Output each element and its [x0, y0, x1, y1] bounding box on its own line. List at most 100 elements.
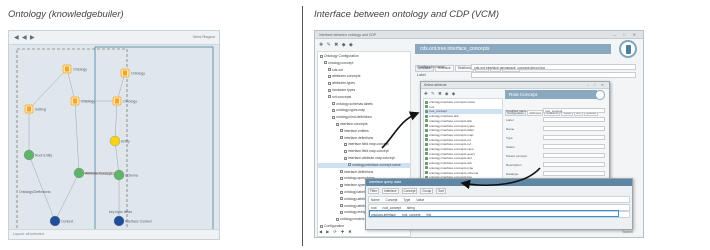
window-controls[interactable]: – □ ✕: [614, 32, 639, 37]
tree-item[interactable]: attributes.types: [318, 81, 410, 86]
graph-node-orange[interactable]: Ontology: [120, 68, 145, 78]
tree-item[interactable]: Ontology Configuration: [318, 54, 410, 59]
concept-tabs[interactable]: DefinitionInterfaceRelationsViewsRefQuer…: [415, 56, 625, 72]
tree-expander-icon[interactable]: [340, 170, 343, 174]
attribute-item-label: ontology.interface.concepts.map: [429, 132, 474, 137]
tree-expander-icon[interactable]: [336, 217, 339, 221]
dialog-logo-icon: [595, 90, 605, 100]
dialog-form-row: Description: [505, 162, 609, 168]
graph-node-glyph: [73, 98, 77, 104]
attribute-item-label: ontology.interface.concepts.name: [429, 100, 476, 104]
form-field-input[interactable]: cds.ont.interface.aerospace_concept.deco…: [471, 64, 636, 70]
graph-node-green[interactable]: Root Entity: [23, 149, 52, 161]
tree-item[interactable]: ontology.concept: [318, 61, 410, 66]
tree-expander-icon[interactable]: [328, 95, 331, 99]
tree-expander-icon[interactable]: [340, 136, 343, 140]
tree-expander-icon[interactable]: [336, 122, 339, 126]
tree-item[interactable]: hardware.types: [318, 88, 410, 93]
tree-expander-icon[interactable]: [348, 163, 351, 167]
form-field-input[interactable]: [471, 72, 636, 78]
tree-item[interactable]: cds.ont: [318, 68, 410, 73]
tree-expander-icon[interactable]: [320, 54, 323, 58]
dialog-field-input[interactable]: [543, 162, 605, 167]
dialog-field-input[interactable]: [543, 171, 605, 176]
tree-expander-icon[interactable]: [344, 156, 347, 160]
tree-expander-icon[interactable]: [340, 177, 343, 180]
tree-expander-icon[interactable]: [332, 102, 335, 106]
tree-expander-icon[interactable]: [344, 149, 347, 153]
tree-item-label: interface.types: [344, 183, 367, 188]
tree-expander-icon[interactable]: [332, 109, 335, 112]
tree-item[interactable]: ontology.schemas.labels: [318, 102, 410, 107]
tree-item[interactable]: interface.field.map.concept: [318, 149, 410, 154]
tree-expander-icon[interactable]: [340, 129, 343, 133]
ontology-graph[interactable]: Ontology Ontology Setting Ontology Ontology E…: [9, 45, 220, 231]
graph-node-orange[interactable]: Setting: [24, 104, 46, 114]
tree-expander-icon[interactable]: [324, 61, 327, 65]
graph-node-green[interactable]: Attribute Concept: [73, 167, 112, 179]
tree-item[interactable]: ontology.types.map: [318, 108, 410, 113]
attribute-item-label: ontology.interface.concepts.attr: [429, 161, 472, 166]
tree-item[interactable]: ontology.interface.concept.name: [318, 162, 410, 168]
tree-item[interactable]: ont.concepts: [318, 95, 410, 100]
tree-item[interactable]: interface.definitions: [318, 170, 410, 175]
home-icon[interactable]: ▶: [30, 34, 35, 42]
tree-expander-icon[interactable]: [328, 75, 331, 78]
panel-toolbar-button[interactable]: Interface: [382, 188, 399, 194]
graph-node-orange[interactable]: Ontology: [70, 96, 95, 106]
tree-item[interactable]: interface.entities: [318, 129, 410, 134]
dialog-field-input[interactable]: [543, 153, 605, 158]
tree-expander-icon[interactable]: [344, 143, 347, 146]
dialog-tabs[interactable]: ConfigurationAttributesRelationsViewsRef…: [505, 101, 609, 117]
attribute-item-label: ontology.interface.concepts.def: [429, 156, 472, 161]
tree-item[interactable]: interface.attribute.map.concept: [318, 156, 410, 161]
tree-expander-icon[interactable]: [340, 190, 343, 194]
dialog-field-input[interactable]: [543, 117, 605, 122]
tree-item-label: interface.entities: [344, 128, 369, 133]
panel-toolbar-button[interactable]: Filter: [368, 188, 380, 194]
tree-expander-icon[interactable]: [340, 211, 343, 214]
tree-bottom-controls[interactable]: ◀ ▶ ⟳ ✚ ✖: [319, 229, 353, 234]
graph-node-orange[interactable]: Ontology: [62, 64, 87, 74]
tree-item[interactable]: interface.definitions: [318, 136, 410, 141]
tree-item[interactable]: interface.field.map.concept: [318, 142, 410, 147]
dialog-title: Select attribute: [424, 83, 447, 88]
dialog-controls[interactable]: – □ ✕: [587, 83, 606, 87]
tree-expander-icon[interactable]: [340, 197, 343, 201]
dialog-toolbar[interactable]: ✚ ✎ ✖ ◆ ◆: [424, 91, 456, 97]
dialog-field-input[interactable]: root_concept: [543, 108, 605, 113]
tree-expander-icon[interactable]: [340, 183, 343, 187]
graph-node-orange[interactable]: Ontology: [112, 96, 137, 106]
panel-toolbar-button[interactable]: Sort: [436, 188, 447, 194]
panel-toolbar[interactable]: Filter Interface Concept Group Sort: [368, 188, 630, 194]
graph-node-blue[interactable]: Interface Context: [113, 215, 152, 227]
attribute-item-label: ontology.interface.concepts.schema: [429, 170, 479, 175]
tree-expander-icon[interactable]: [328, 88, 331, 92]
zoom-label[interactable]: View Region: [193, 34, 215, 39]
attribute-item-label: ontology.interface.concepts.rel: [429, 137, 471, 142]
tree-expander-icon[interactable]: [328, 81, 331, 85]
attribute-list[interactable]: ontology.interface.concepts.name root root…: [423, 98, 503, 184]
concept-form-row: Configured name cds.ont.interface.aerospa…: [415, 64, 640, 71]
dialog-header: Root Concept: [505, 90, 597, 99]
tree-expander-icon[interactable]: [332, 115, 335, 119]
tree-item[interactable]: attributes.concepts: [318, 74, 410, 79]
dialog-field-input[interactable]: [543, 135, 605, 140]
dialog-field-input[interactable]: [543, 126, 605, 131]
main-toolbar[interactable]: ✚ ✎ ✖ ◆ ◆: [319, 42, 354, 48]
dialog-field-input[interactable]: [543, 144, 605, 149]
tree-expander-icon[interactable]: [340, 204, 343, 208]
tree-item[interactable]: interface.concepts: [318, 122, 410, 127]
tree-expander-icon[interactable]: [328, 68, 331, 72]
graph-node-green[interactable]: Schema: [113, 169, 138, 181]
forward-icon[interactable]: ◀: [22, 34, 27, 42]
tree-expander-icon[interactable]: [320, 224, 323, 228]
tree-item[interactable]: ontology.kind.definitions: [318, 115, 410, 120]
graph-node-blue[interactable]: Context: [49, 215, 73, 227]
search-label[interactable]: Search: [622, 230, 633, 234]
concept-header: cds.ont.tree.interface_concepts: [415, 44, 611, 54]
panel-toolbar-button[interactable]: Group: [420, 188, 434, 194]
back-icon[interactable]: ◀: [14, 34, 19, 42]
panel-toolbar-button[interactable]: Concept: [401, 188, 418, 194]
dialog-form-row: Name: [505, 126, 609, 132]
